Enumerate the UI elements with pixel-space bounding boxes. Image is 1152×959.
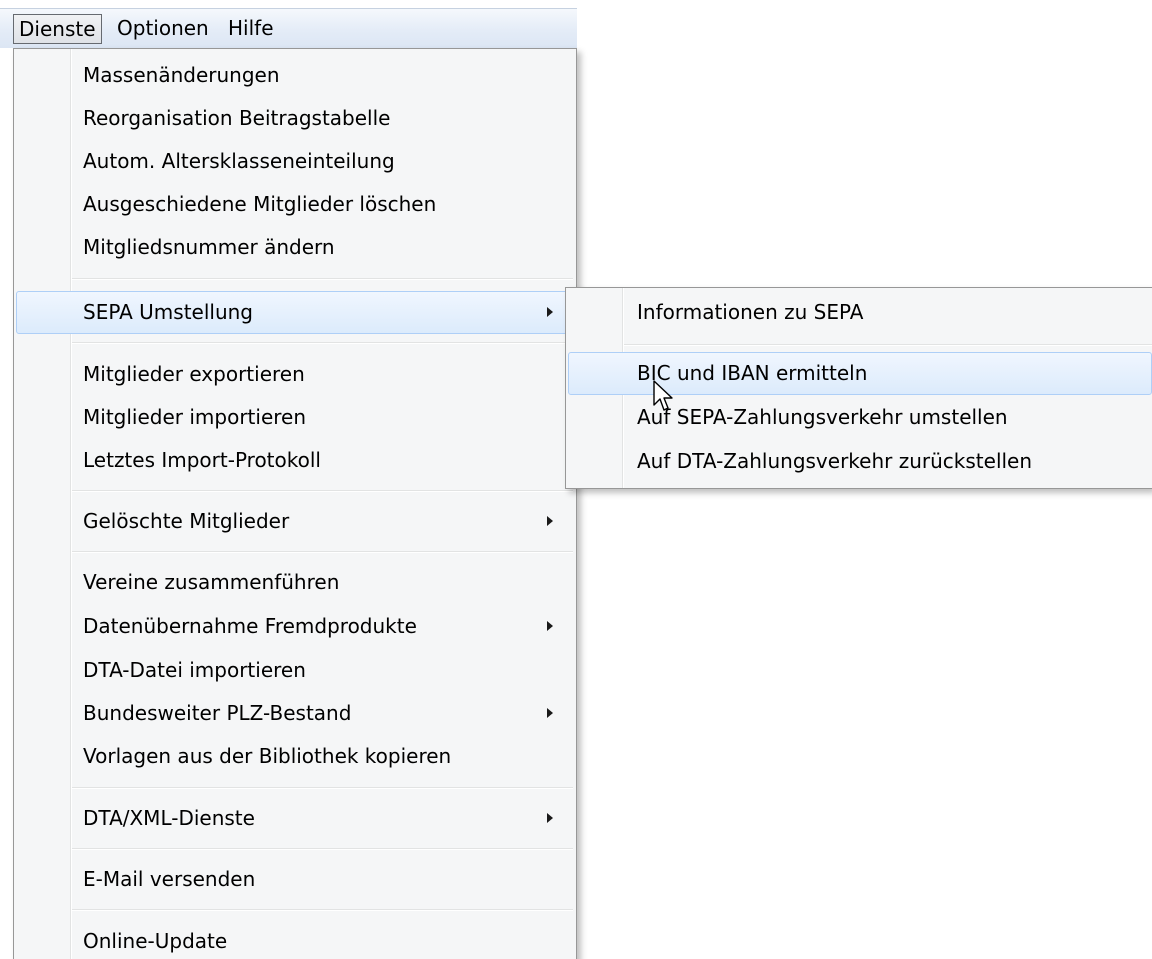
menu-separator xyxy=(72,551,573,553)
submenu-item-label: Informationen zu SEPA xyxy=(637,300,864,324)
menu-separator xyxy=(72,787,573,789)
chevron-right-icon xyxy=(547,813,553,823)
menu-item-label: Massenänderungen xyxy=(83,63,280,87)
menu-item-label: E-Mail versenden xyxy=(83,867,256,891)
menu-item-label: Mitgliedsnummer ändern xyxy=(83,235,335,259)
menu-separator xyxy=(72,278,573,280)
menu-bar: Dienste Optionen Hilfe xyxy=(0,8,577,48)
menu-item-letztes-import-protokoll[interactable]: Letztes Import-Protokoll xyxy=(16,439,574,482)
menu-item-label: Mitglieder exportieren xyxy=(83,362,305,386)
menu-item-label: Vereine zusammenführen xyxy=(83,570,340,594)
menu-item-label: SEPA Umstellung xyxy=(83,300,253,324)
menu-separator xyxy=(624,344,1152,346)
chevron-right-icon xyxy=(547,621,553,631)
menu-item-bundesweiter-plz-bestand[interactable]: Bundesweiter PLZ-Bestand xyxy=(16,692,574,735)
menu-item-mitgliedsnummer-aendern[interactable]: Mitgliedsnummer ändern xyxy=(16,226,574,269)
submenu-item-label: Auf SEPA-Zahlungsverkehr umstellen xyxy=(637,405,1008,429)
screen: Dienste Optionen Hilfe Massenänderungen … xyxy=(0,0,1152,959)
dienste-dropdown-menu: Massenänderungen Reorganisation Beitrags… xyxy=(13,48,577,959)
menu-item-vereine-zusammenfuehren[interactable]: Vereine zusammenführen xyxy=(16,561,574,604)
menu-item-online-update[interactable]: Online-Update xyxy=(16,920,574,959)
menu-item-reorganisation-beitragstabelle[interactable]: Reorganisation Beitragstabelle xyxy=(16,97,574,140)
menu-item-ausgeschiedene-mitglieder-loeschen[interactable]: Ausgeschiedene Mitglieder löschen xyxy=(16,183,574,226)
menu-item-email-versenden[interactable]: E-Mail versenden xyxy=(16,858,574,901)
submenu-item-dta-zahlungsverkehr-zurueckstellen[interactable]: Auf DTA-Zahlungsverkehr zurückstellen xyxy=(568,440,1152,483)
chevron-right-icon xyxy=(547,516,553,526)
menu-item-dta-xml-dienste[interactable]: DTA/XML-Dienste xyxy=(16,797,574,840)
chevron-right-icon xyxy=(547,307,553,317)
menu-item-geloeschte-mitglieder[interactable]: Gelöschte Mitglieder xyxy=(16,500,574,543)
menu-separator xyxy=(72,342,573,344)
menu-item-massenaenderungen[interactable]: Massenänderungen xyxy=(16,54,574,97)
menu-optionen[interactable]: Optionen xyxy=(112,14,214,44)
menu-dienste[interactable]: Dienste xyxy=(13,14,102,44)
menu-item-vorlagen-kopieren[interactable]: Vorlagen aus der Bibliothek kopieren xyxy=(16,735,574,778)
menu-item-label: Datenübernahme Fremdprodukte xyxy=(83,614,417,638)
menu-item-label: Reorganisation Beitragstabelle xyxy=(83,106,391,130)
menu-item-dta-datei-importieren[interactable]: DTA-Datei importieren xyxy=(16,649,574,692)
menu-item-mitglieder-exportieren[interactable]: Mitglieder exportieren xyxy=(16,353,574,396)
menu-item-label: Gelöschte Mitglieder xyxy=(83,509,290,533)
menu-item-label: DTA/XML-Dienste xyxy=(83,806,255,830)
menu-item-label: DTA-Datei importieren xyxy=(83,658,306,682)
chevron-right-icon xyxy=(547,708,553,718)
submenu-item-label: Auf DTA-Zahlungsverkehr zurückstellen xyxy=(637,449,1033,473)
menu-separator xyxy=(72,848,573,850)
menu-item-altersklasseneinteilung[interactable]: Autom. Altersklasseneinteilung xyxy=(16,140,574,183)
menu-item-sepa-umstellung[interactable]: SEPA Umstellung xyxy=(16,291,574,334)
menu-item-label: Autom. Altersklasseneinteilung xyxy=(83,149,395,173)
menu-item-label: Online-Update xyxy=(83,929,228,953)
menu-item-label: Bundesweiter PLZ-Bestand xyxy=(83,701,352,725)
menu-separator xyxy=(72,909,573,911)
menu-item-label: Ausgeschiedene Mitglieder löschen xyxy=(83,192,437,216)
menu-separator xyxy=(72,490,573,492)
menu-item-datenuebernahme-fremdprodukte[interactable]: Datenübernahme Fremdprodukte xyxy=(16,605,574,648)
menu-hilfe[interactable]: Hilfe xyxy=(223,14,279,44)
menu-item-mitglieder-importieren[interactable]: Mitglieder importieren xyxy=(16,396,574,439)
menu-item-label: Letztes Import-Protokoll xyxy=(83,448,321,472)
submenu-item-informationen-sepa[interactable]: Informationen zu SEPA xyxy=(568,291,1152,334)
menu-item-label: Mitglieder importieren xyxy=(83,405,307,429)
mouse-pointer-icon xyxy=(653,380,673,411)
menu-item-label: Vorlagen aus der Bibliothek kopieren xyxy=(83,744,452,768)
